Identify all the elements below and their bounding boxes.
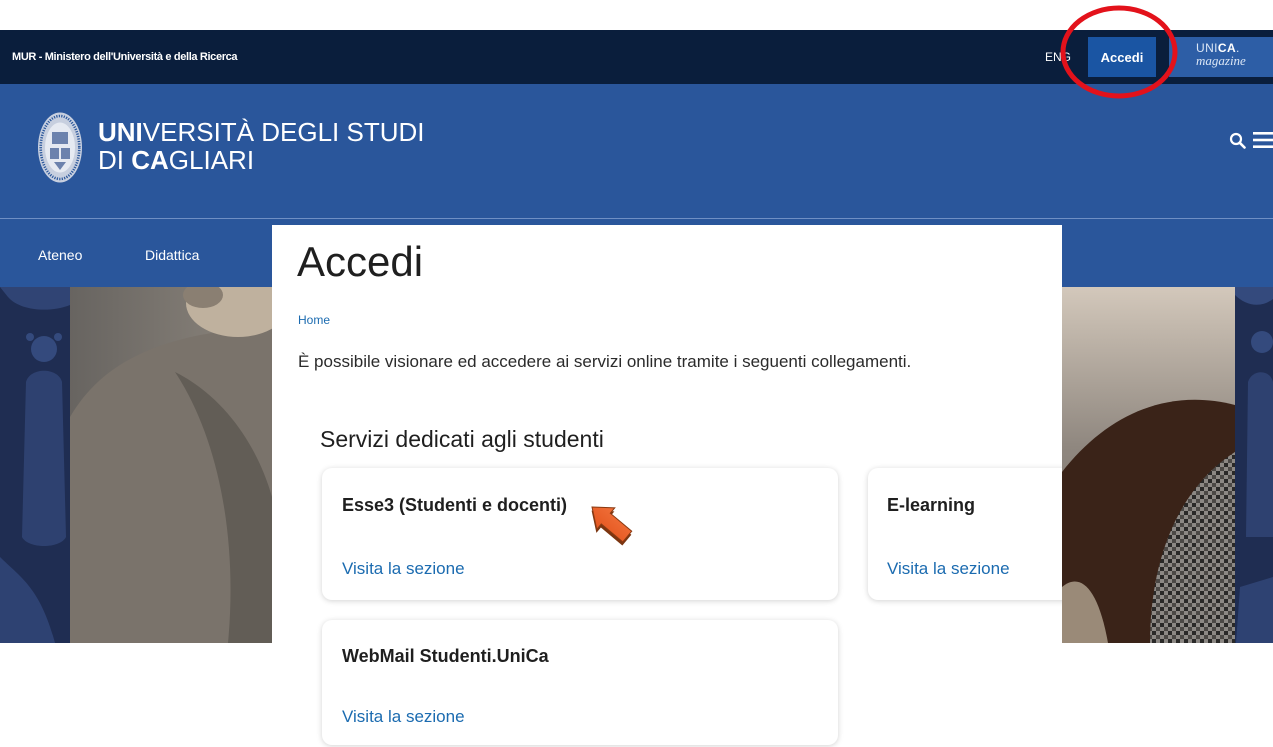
service-card-title[interactable]: Esse3 (Studenti e docenti) (342, 494, 567, 516)
university-name-bold-ca: CA (131, 145, 169, 175)
site-header: UNIVERSITÀ DEGLI STUDI DI CAGLIARI (0, 84, 1273, 218)
university-name-line-2: DI CAGLIARI (98, 146, 425, 174)
university-name-link[interactable]: UNIVERSITÀ DEGLI STUDI DI CAGLIARI (98, 118, 425, 174)
university-name-line-1: UNIVERSITÀ DEGLI STUDI (98, 118, 425, 146)
red-circle-annotation (1060, 5, 1178, 99)
ministry-link[interactable]: MUR - Ministero dell'Università e della … (12, 49, 238, 65)
visit-section-link[interactable]: Visita la sezione (887, 558, 1010, 580)
service-card-elearning: E-learning Visita la sezione (868, 468, 1062, 600)
search-icon[interactable] (1229, 132, 1246, 149)
service-card-title[interactable]: E-learning (887, 494, 975, 516)
service-card-title[interactable]: WebMail Studenti.UniCa (342, 645, 549, 667)
nav-item-didattica[interactable]: Didattica (145, 246, 199, 264)
magazine-logo-subtitle: magazine (1196, 53, 1246, 68)
login-page-panel: Accedi Home È possibile visionare ed acc… (272, 225, 1062, 747)
service-card-webmail: WebMail Studenti.UniCa Visita la sezione (322, 620, 838, 745)
breadcrumb-home-link[interactable]: Home (298, 312, 330, 328)
university-seal-icon[interactable] (37, 111, 83, 184)
university-name-bold-uni: UNI (98, 117, 143, 147)
university-name-prefix-2: DI (98, 145, 132, 175)
unica-magazine-link[interactable]: UNICA. magazine (1169, 37, 1273, 77)
visit-section-link[interactable]: Visita la sezione (342, 558, 465, 580)
section-title: Servizi dedicati agli studenti (320, 426, 604, 452)
hamburger-menu-icon[interactable] (1253, 131, 1273, 149)
service-card-esse3: Esse3 (Studenti e docenti) Visita la sez… (322, 468, 838, 600)
page-title: Accedi (297, 238, 424, 285)
nav-item-ateneo[interactable]: Ateneo (38, 246, 82, 264)
orange-arrow-annotation (591, 506, 633, 546)
intro-text: È possibile visionare ed accedere ai ser… (298, 352, 912, 371)
university-name-rest-2: GLIARI (168, 145, 255, 175)
visit-section-link[interactable]: Visita la sezione (342, 706, 465, 728)
university-name-rest-1: VERSITÀ DEGLI STUDI (142, 117, 425, 147)
